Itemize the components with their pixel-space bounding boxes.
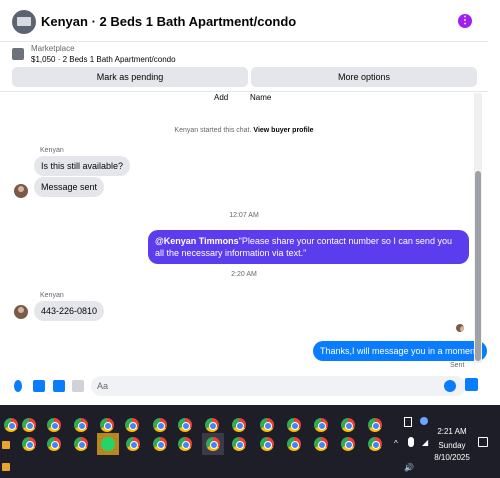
chrome-icon[interactable]	[314, 418, 328, 432]
view-buyer-profile-link[interactable]: View buyer profile	[253, 127, 313, 134]
listing-thumb-icon[interactable]	[12, 48, 24, 60]
chrome-icon[interactable]	[178, 418, 192, 432]
chrome-icon[interactable]	[232, 437, 246, 451]
sticker-icon[interactable]	[53, 380, 65, 392]
chat-header: Kenyan · 2 Beds 1 Bath Apartment/condo ⋮	[0, 0, 488, 42]
sent-status: Sent	[450, 362, 465, 369]
gif-icon[interactable]	[72, 380, 84, 392]
chrome-icon[interactable]	[153, 418, 167, 432]
chrome-icon[interactable]	[287, 418, 301, 432]
scrollbar[interactable]	[474, 93, 482, 363]
whatsapp-icon[interactable]	[101, 437, 115, 451]
chat-intro: Kenyan started this chat. View buyer pro…	[0, 127, 488, 134]
avatar[interactable]	[14, 305, 28, 319]
chrome-icon[interactable]	[178, 437, 192, 451]
wifi-icon[interactable]: ◢	[422, 438, 428, 447]
chrome-icon[interactable]	[368, 437, 382, 451]
chrome-icon[interactable]	[153, 437, 167, 451]
active-tab[interactable]	[202, 433, 224, 455]
chrome-icon[interactable]	[126, 437, 140, 451]
mic-icon[interactable]	[14, 380, 22, 392]
avatar[interactable]	[14, 184, 28, 198]
more-options-button[interactable]: More options	[251, 67, 477, 87]
chrome-icon[interactable]	[206, 437, 220, 451]
message-bubble-incoming[interactable]: 443-226-0810	[34, 301, 105, 321]
chrome-icon[interactable]	[260, 437, 274, 451]
chrome-icon[interactable]	[100, 418, 114, 432]
message-input[interactable]: Aa	[91, 376, 466, 396]
chrome-icon[interactable]	[205, 418, 219, 432]
chevron-up-icon[interactable]: ^	[394, 439, 398, 448]
chat-window: Kenyan · 2 Beds 1 Bath Apartment/condo ⋮…	[0, 0, 488, 405]
device-icon[interactable]	[404, 417, 412, 427]
folder-icon[interactable]	[2, 463, 10, 471]
clock-day[interactable]: Sunday	[430, 441, 474, 450]
chat-title[interactable]: Kenyan · 2 Beds 1 Bath Apartment/condo	[41, 14, 296, 29]
mention[interactable]: @Kenyan Timmons	[155, 236, 239, 246]
chrome-icon[interactable]	[22, 437, 36, 451]
taskbar: ^ ◢ 🔊 2:21 AM Sunday 8/10/2025	[0, 405, 500, 478]
notification-icon[interactable]	[478, 437, 488, 447]
folder-icon[interactable]	[2, 441, 10, 449]
chrome-icon[interactable]	[314, 437, 328, 451]
message-bubble-incoming[interactable]: Is this still available?	[34, 156, 131, 176]
listing-thumbnail[interactable]	[12, 10, 36, 34]
chrome-icon[interactable]	[232, 418, 246, 432]
weather-icon[interactable]	[420, 417, 428, 425]
clock-time[interactable]: 2:21 AM	[430, 427, 474, 436]
name-label[interactable]: Name	[250, 93, 271, 102]
chrome-icon[interactable]	[4, 418, 18, 432]
photo-icon[interactable]	[33, 380, 45, 392]
marketplace-label: Marketplace	[31, 44, 75, 53]
chrome-icon[interactable]	[260, 418, 274, 432]
timestamp: 12:07 AM	[229, 212, 259, 219]
read-receipt-avatar	[456, 324, 464, 332]
chrome-icon[interactable]	[47, 437, 61, 451]
add-label[interactable]: Add	[214, 93, 228, 102]
chrome-icon[interactable]	[47, 418, 61, 432]
like-icon[interactable]	[465, 378, 478, 391]
mark-as-pending-button[interactable]: Mark as pending	[12, 67, 248, 87]
sender-name: Kenyan	[40, 147, 64, 154]
chrome-icon[interactable]	[341, 418, 355, 432]
emoji-icon[interactable]	[444, 380, 456, 392]
chrome-icon[interactable]	[74, 437, 88, 451]
chrome-icon[interactable]	[22, 418, 36, 432]
chrome-icon[interactable]	[368, 418, 382, 432]
whatsapp-tab[interactable]	[97, 433, 119, 455]
kebab-menu-icon[interactable]: ⋮	[458, 14, 472, 28]
mic-tray-icon[interactable]	[408, 437, 414, 447]
intro-text: Kenyan started this chat.	[174, 127, 252, 134]
sender-name: Kenyan	[40, 292, 64, 299]
chrome-icon[interactable]	[125, 418, 139, 432]
message-bubble-outgoing[interactable]: @Kenyan Timmons"Please share your contac…	[148, 230, 469, 264]
chrome-icon[interactable]	[287, 437, 301, 451]
listing-detail: $1,050 · 2 Beds 1 Bath Apartment/condo	[31, 55, 176, 64]
message-bubble-incoming[interactable]: Message sent	[34, 177, 105, 197]
clock-date[interactable]: 8/10/2025	[430, 453, 474, 462]
scrollbar-thumb[interactable]	[475, 171, 481, 361]
chrome-icon[interactable]	[341, 437, 355, 451]
message-bubble-outgoing[interactable]: Thanks,I will message you in a moment.	[313, 341, 488, 361]
volume-icon[interactable]: 🔊	[404, 463, 414, 472]
timestamp: 2:20 AM	[231, 271, 257, 278]
chrome-icon[interactable]	[74, 418, 88, 432]
